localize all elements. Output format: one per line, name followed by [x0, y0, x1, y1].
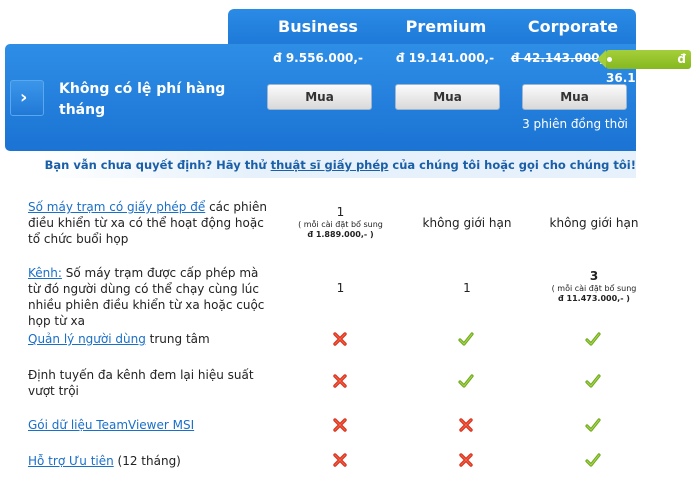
feature-row-channels: Kênh: Số máy trạm được cấp phép mà từ đó… [28, 265, 273, 329]
feature-text: Định tuyến đa kênh đem lại hiệu suất vượ… [28, 368, 254, 398]
price-corporate-new-badge: đ 36.119.000,- [597, 50, 691, 85]
cell-value: 1 [336, 205, 345, 219]
cross-icon [458, 417, 474, 433]
check-icon [585, 331, 601, 347]
feature-link-licensed-devices[interactable]: Số máy trạm có giấy phép để [28, 200, 205, 214]
cell-value: 3 [589, 269, 599, 283]
license-wizard-link[interactable]: thuật sĩ giấy phép [271, 158, 389, 172]
feature-text: (12 tháng) [113, 454, 181, 468]
decision-strip: Bạn vẫn chưa quyết định? Hãy thử thuật s… [40, 151, 636, 178]
feature-row-msi-package: Gói dữ liệu TeamViewer MSI [28, 417, 273, 433]
decision-strip-text: Bạn vẫn chưa quyết định? Hãy thử thuật s… [45, 158, 636, 172]
plan-name-corporate: Corporate [527, 17, 619, 36]
feature-text: trung tâm [145, 332, 210, 346]
corporate-sessions-note: 3 phiên đồng thời [522, 117, 628, 131]
cross-icon [332, 331, 348, 347]
cell-corporate-devices: không giới hạn [549, 216, 639, 230]
price-premium: đ 19.141.000,- [395, 51, 495, 65]
feature-row-user-management: Quản lý người dùng trung tâm [28, 331, 273, 347]
check-icon [585, 417, 601, 433]
banner-arrow: › [10, 80, 44, 116]
cell-extra-note: ( mỗi cài đặt bổ sung [551, 284, 637, 293]
cell-corporate-channels: 3 ( mỗi cài đặt bổ sung đ 11.473.000,- ) [535, 269, 653, 304]
check-icon [585, 452, 601, 468]
feature-text: Số máy trạm được cấp phép mà từ đó người… [28, 266, 265, 328]
badge-dot-icon [607, 57, 612, 62]
feature-link-priority-support[interactable]: Hỗ trợ Ưu tiên [28, 454, 114, 468]
feature-row-priority-support: Hỗ trợ Ưu tiên (12 tháng) [28, 453, 273, 469]
cross-icon [332, 417, 348, 433]
cell-extra-price: đ 1.889.000,- ) [307, 230, 374, 239]
plan-name-premium: Premium [405, 17, 487, 36]
cell-premium-channels: 1 [463, 281, 471, 295]
price-corporate-old-value: đ 42.143.000,- [510, 51, 610, 65]
feature-link-msi-package[interactable]: Gói dữ liệu TeamViewer MSI [28, 418, 194, 432]
cell-business-channels: 1 [336, 281, 345, 295]
chevron-right-icon: › [20, 87, 28, 108]
banner-no-monthly-fee: Không có lệ phí hàng tháng [59, 81, 226, 118]
buy-business-button[interactable]: Mua [267, 84, 372, 110]
cross-icon [332, 452, 348, 468]
price-business: đ 9.556.000,- [273, 51, 363, 65]
check-icon [458, 331, 474, 347]
cell-extra-note: ( mỗi cài đặt bổ sung [298, 220, 383, 229]
check-icon [458, 373, 474, 389]
strip-text-part1: Bạn vẫn chưa quyết định? Hãy thử [44, 158, 271, 172]
buy-corporate-button[interactable]: Mua [522, 84, 627, 110]
cross-icon [332, 373, 348, 389]
cell-premium-devices: không giới hạn [422, 216, 512, 230]
check-icon [585, 373, 601, 389]
feature-row-licensed-devices: Số máy trạm có giấy phép để các phiên đi… [28, 199, 273, 247]
feature-row-multichannel-routing: Định tuyến đa kênh đem lại hiệu suất vượ… [28, 367, 268, 399]
cell-extra-price: đ 11.473.000,- ) [558, 294, 630, 303]
price-corporate-new: đ 36.119.000,- [606, 52, 692, 85]
feature-link-channels[interactable]: Kênh: [28, 266, 62, 280]
strip-text-part2: của chúng tôi hoặc gọi cho chúng tôi! [388, 158, 636, 172]
feature-link-user-management[interactable]: Quản lý người dùng [28, 332, 146, 346]
plan-name-business: Business [278, 17, 358, 36]
cell-business-devices: 1 ( mỗi cài đặt bổ sung đ 1.889.000,- ) [283, 205, 398, 240]
buy-premium-button[interactable]: Mua [395, 84, 500, 110]
cross-icon [458, 452, 474, 468]
